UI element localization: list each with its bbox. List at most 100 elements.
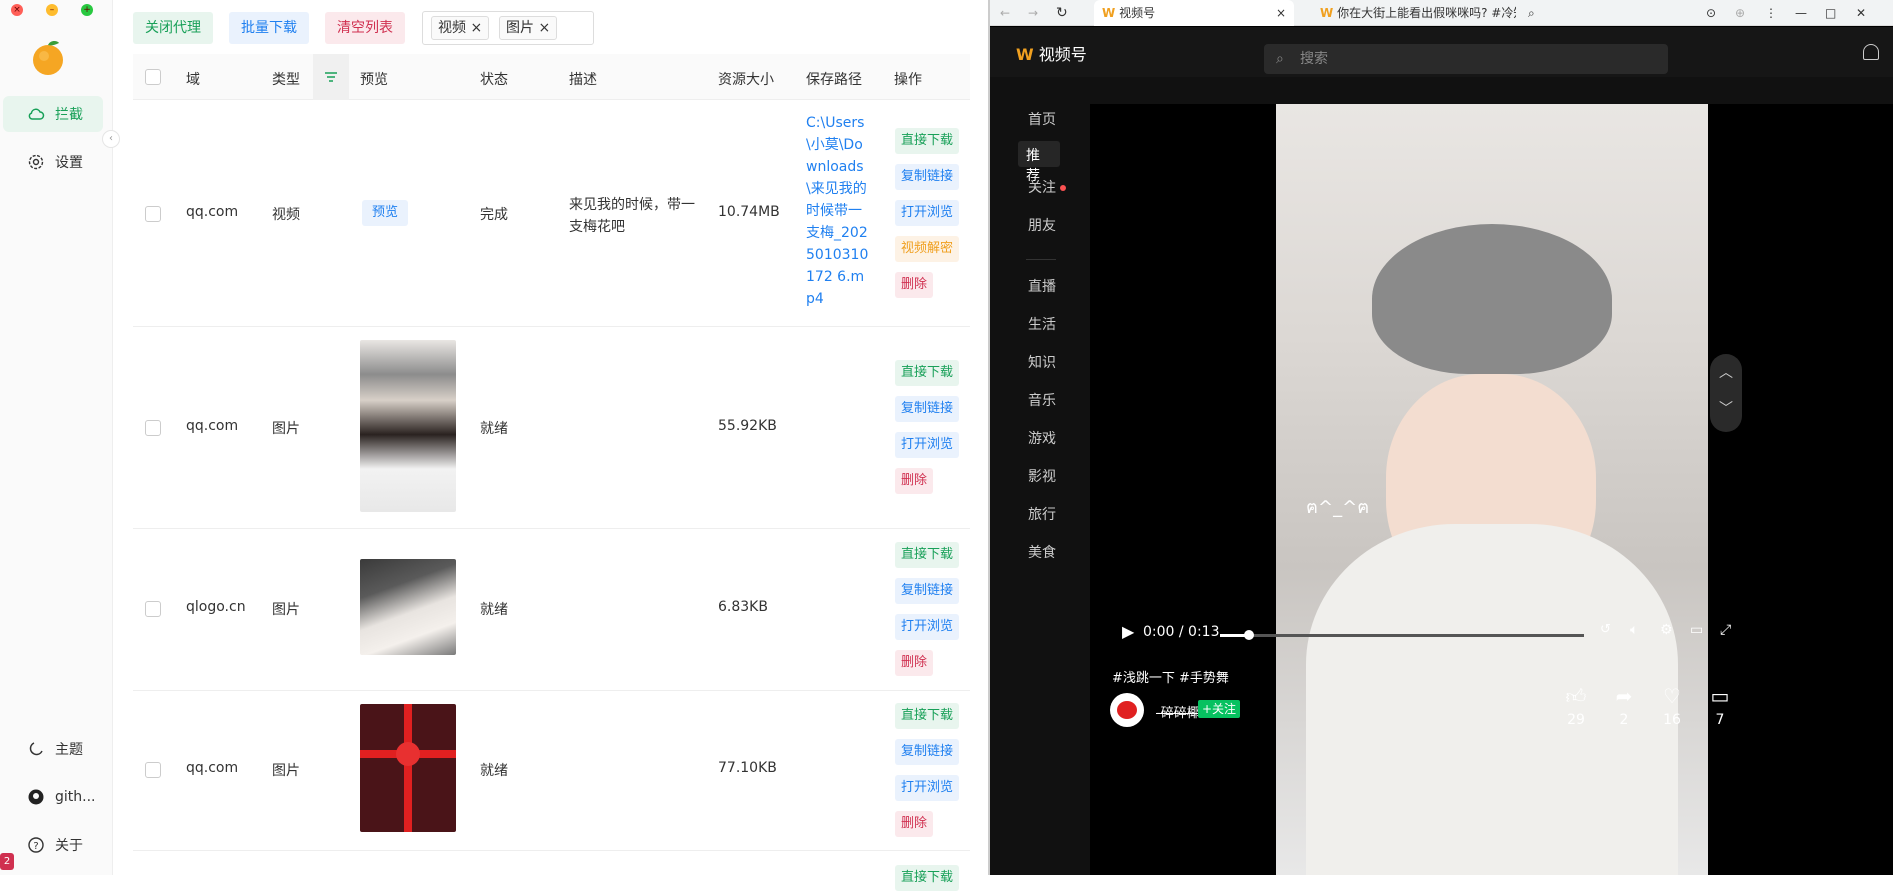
select-all-checkbox[interactable] xyxy=(145,69,161,85)
play-icon[interactable]: ▶ xyxy=(1122,622,1134,641)
video-hashtags[interactable]: #浅跳一下 #手势舞 xyxy=(1112,667,1229,686)
copy-link-button[interactable]: 复制链接 xyxy=(895,739,960,765)
sidebar-item-intercept[interactable]: 拦截 xyxy=(3,96,103,132)
tab-close-icon[interactable]: × xyxy=(1276,0,1286,26)
search-input[interactable]: ⌕ 搜索 xyxy=(1264,44,1668,74)
delete-button[interactable]: 删除 xyxy=(895,811,934,837)
type-filter-select[interactable]: 视频 × 图片 × xyxy=(422,11,594,45)
nav-home[interactable]: 首页 xyxy=(1028,109,1056,129)
video-decrypt-button[interactable]: 视频解密 xyxy=(895,236,960,262)
sidebar-item-label: 主题 xyxy=(55,742,83,758)
video-player[interactable]: ฅ^_^ฅ ︿ ﹀ ▶ 0:00 / 0:13 ↺ 🔈︎ ⚙︎ ▭ ⤢ #浅跳一… xyxy=(1090,104,1893,875)
row-save-path-link[interactable]: C:\Users\小莫\Downloads\来见我的时候带一支梅_2025010… xyxy=(806,112,872,310)
row-checkbox[interactable] xyxy=(145,420,161,436)
nav-film[interactable]: 影视 xyxy=(1028,466,1056,486)
open-browser-button[interactable]: 打开浏览 xyxy=(895,200,960,226)
nav-live[interactable]: 直播 xyxy=(1028,276,1056,296)
tag-close-icon[interactable]: × xyxy=(538,20,550,36)
progress-handle[interactable] xyxy=(1244,630,1255,640)
row-status: 就绪 xyxy=(480,763,508,779)
sidebar-item-about[interactable]: ? 关于 xyxy=(3,827,103,863)
tab-video-page[interactable]: W 你在大街上能看出假咪咪吗? #冷知 xyxy=(1312,0,1516,26)
download-icon[interactable]: ⊙ xyxy=(1706,0,1726,26)
sidebar-item-github[interactable]: gith... xyxy=(3,779,103,815)
image-thumbnail[interactable] xyxy=(360,704,456,832)
delete-button[interactable]: 删除 xyxy=(895,272,934,298)
search-icon[interactable]: ⌕ xyxy=(1528,0,1548,26)
batch-download-button[interactable]: 批量下载 xyxy=(229,12,309,44)
delete-button[interactable]: 删除 xyxy=(895,650,934,676)
nav-knowledge[interactable]: 知识 xyxy=(1028,352,1056,372)
replay-10-icon[interactable]: ↺ xyxy=(1600,622,1611,637)
globe-icon[interactable]: ⊕ xyxy=(1735,0,1755,26)
open-browser-button[interactable]: 打开浏览 xyxy=(895,614,960,640)
share-icon[interactable]: ➦ xyxy=(1604,684,1644,708)
favorite-icon[interactable]: ♡ xyxy=(1652,684,1692,708)
back-icon[interactable]: ← xyxy=(1000,0,1020,26)
previous-video-icon[interactable]: ︿ xyxy=(1719,362,1733,382)
collapse-sidebar-button[interactable]: ‹ xyxy=(102,130,120,148)
fullscreen-icon[interactable]: ⤢ xyxy=(1720,622,1731,638)
nav-follow[interactable]: 关注 xyxy=(1028,177,1067,197)
reload-icon[interactable]: ↻ xyxy=(1056,0,1076,26)
image-thumbnail[interactable] xyxy=(360,340,456,512)
nav-friends[interactable]: 朋友 xyxy=(1028,215,1056,235)
nav-games[interactable]: 游戏 xyxy=(1028,428,1056,448)
follow-button[interactable]: +关注 xyxy=(1198,700,1241,718)
clear-list-button[interactable]: 清空列表 xyxy=(325,12,405,44)
browser-tab-bar: ← → ↻ W 视频号 × W 你在大街上能看出假咪咪吗? #冷知 ⌕ ⊙ ⊕ ⋮… xyxy=(990,0,1893,26)
sidebar-item-theme[interactable]: 主题 xyxy=(3,731,103,767)
like-icon[interactable]: 👍︎ xyxy=(1556,684,1596,709)
orange-logo-icon xyxy=(33,40,63,75)
close-icon[interactable]: ✕ xyxy=(1856,0,1876,26)
type-filter-button[interactable] xyxy=(313,54,349,100)
open-browser-button[interactable]: 打开浏览 xyxy=(895,775,960,801)
copy-link-button[interactable]: 复制链接 xyxy=(895,396,960,422)
progress-bar[interactable] xyxy=(1220,630,1584,640)
open-browser-button[interactable]: 打开浏览 xyxy=(895,432,960,458)
row-checkbox[interactable] xyxy=(145,601,161,617)
tab-channels[interactable]: W 视频号 × xyxy=(1094,0,1294,26)
svg-text:?: ? xyxy=(33,841,38,852)
maximize-icon[interactable]: □ xyxy=(1825,0,1845,26)
direct-download-button[interactable]: 直接下载 xyxy=(895,128,960,154)
author-name[interactable]: -碎碎椰 xyxy=(1156,702,1200,721)
nav-life[interactable]: 生活 xyxy=(1028,314,1056,334)
table-row: qlogo.cn 图片 就绪 6.83KB 直接下载 复制链接 打开浏览 删除 xyxy=(133,529,970,691)
maximize-window-icon[interactable]: + xyxy=(81,4,93,16)
author-avatar[interactable] xyxy=(1110,693,1144,727)
nav-recommend[interactable]: 推荐 xyxy=(1018,141,1060,184)
minimize-window-icon[interactable]: – xyxy=(46,4,58,16)
image-thumbnail[interactable] xyxy=(360,559,456,655)
row-checkbox[interactable] xyxy=(145,762,161,778)
copy-link-button[interactable]: 复制链接 xyxy=(895,164,960,190)
direct-download-button[interactable]: 直接下载 xyxy=(895,542,960,568)
sidebar-item-settings[interactable]: 设置 xyxy=(3,144,103,180)
comment-icon[interactable]: ▭ xyxy=(1700,684,1740,708)
direct-download-button[interactable]: 直接下载 xyxy=(895,703,960,729)
menu-icon[interactable]: ⋮ xyxy=(1765,0,1785,26)
preview-button[interactable]: 预览 xyxy=(362,200,409,226)
row-checkbox[interactable] xyxy=(145,206,161,222)
copy-link-button[interactable]: 复制链接 xyxy=(895,578,960,604)
volume-icon[interactable]: 🔈︎ xyxy=(1630,622,1638,638)
close-window-icon[interactable]: × xyxy=(11,4,23,16)
forward-icon[interactable]: → xyxy=(1028,0,1048,26)
direct-download-button[interactable]: 直接下载 xyxy=(895,865,960,891)
tag-close-icon[interactable]: × xyxy=(470,20,482,36)
direct-download-button[interactable]: 直接下载 xyxy=(895,360,960,386)
close-proxy-button[interactable]: 关闭代理 xyxy=(133,12,213,44)
site-logo[interactable]: W 视频号 xyxy=(1016,41,1087,65)
settings-icon[interactable]: ⚙︎ xyxy=(1660,622,1673,638)
minimize-icon[interactable]: — xyxy=(1795,0,1815,26)
nav-travel[interactable]: 旅行 xyxy=(1028,504,1056,524)
delete-button[interactable]: 删除 xyxy=(895,468,934,494)
nav-food[interactable]: 美食 xyxy=(1028,542,1056,562)
next-video-icon[interactable]: ﹀ xyxy=(1719,398,1733,418)
sidebar: × – + 拦截 设置 ‹ 主题 gith... ? 关于 2 xyxy=(0,0,120,875)
user-icon[interactable] xyxy=(1863,44,1879,60)
row-size: 10.74MB xyxy=(718,204,780,220)
nav-divider xyxy=(1026,259,1056,260)
nav-music[interactable]: 音乐 xyxy=(1028,390,1056,410)
mini-player-icon[interactable]: ▭ xyxy=(1690,622,1703,638)
